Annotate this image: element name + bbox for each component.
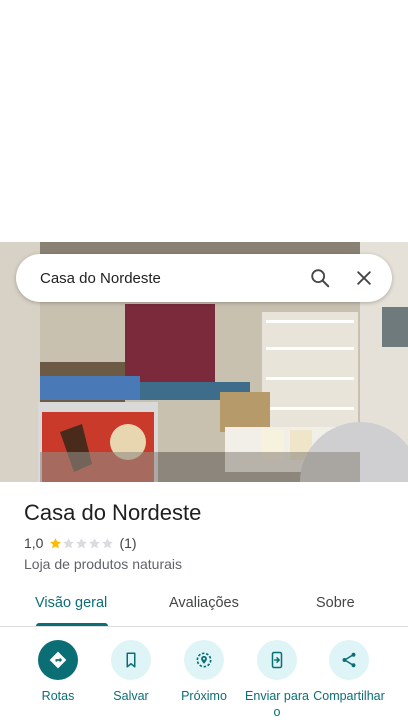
directions-button[interactable]: Rotas xyxy=(21,640,95,704)
nearby-button[interactable]: Próximo xyxy=(167,640,241,704)
active-tab-indicator xyxy=(36,623,108,626)
tab-reviews[interactable]: Avaliações xyxy=(169,595,239,611)
share-button[interactable]: Compartilhar xyxy=(312,640,386,704)
tab-about[interactable]: Sobre xyxy=(316,595,355,611)
tab-bar: Visão geral Avaliações Sobre xyxy=(0,585,408,627)
review-count: (1) xyxy=(119,535,137,551)
send-to-phone-button[interactable]: Enviar para o xyxy=(240,640,314,720)
search-bar[interactable]: Casa do Nordeste xyxy=(16,254,392,302)
tab-overview[interactable]: Visão geral xyxy=(35,595,107,611)
star-rating xyxy=(49,537,114,550)
place-title: Casa do Nordeste xyxy=(24,500,202,525)
star-empty-icon xyxy=(89,537,101,548)
bookmark-icon xyxy=(111,640,151,680)
save-button[interactable]: Salvar xyxy=(94,640,168,704)
directions-label: Rotas xyxy=(41,689,75,703)
send-to-phone-label: Enviar para o xyxy=(245,689,309,719)
directions-icon xyxy=(38,640,78,680)
star-filled-icon xyxy=(50,537,62,548)
search-input[interactable]: Casa do Nordeste xyxy=(16,270,298,287)
nearby-label: Próximo xyxy=(181,689,227,703)
rating-value: 1,0 xyxy=(24,535,44,551)
share-icon xyxy=(329,640,369,680)
star-empty-icon xyxy=(102,537,114,548)
star-empty-icon xyxy=(63,537,75,548)
nearby-icon xyxy=(184,640,224,680)
action-bar: Rotas Salvar Próximo Enviar para o Compa… xyxy=(0,640,408,724)
search-icon[interactable] xyxy=(298,256,342,300)
place-category: Loja de produtos naturais xyxy=(24,556,182,572)
star-empty-icon xyxy=(76,537,88,548)
share-label: Compartilhar xyxy=(313,689,385,703)
save-label: Salvar xyxy=(113,689,149,703)
send-to-phone-icon xyxy=(257,640,297,680)
close-icon[interactable] xyxy=(342,256,386,300)
rating-row[interactable]: 1,0 (1) xyxy=(24,535,137,551)
